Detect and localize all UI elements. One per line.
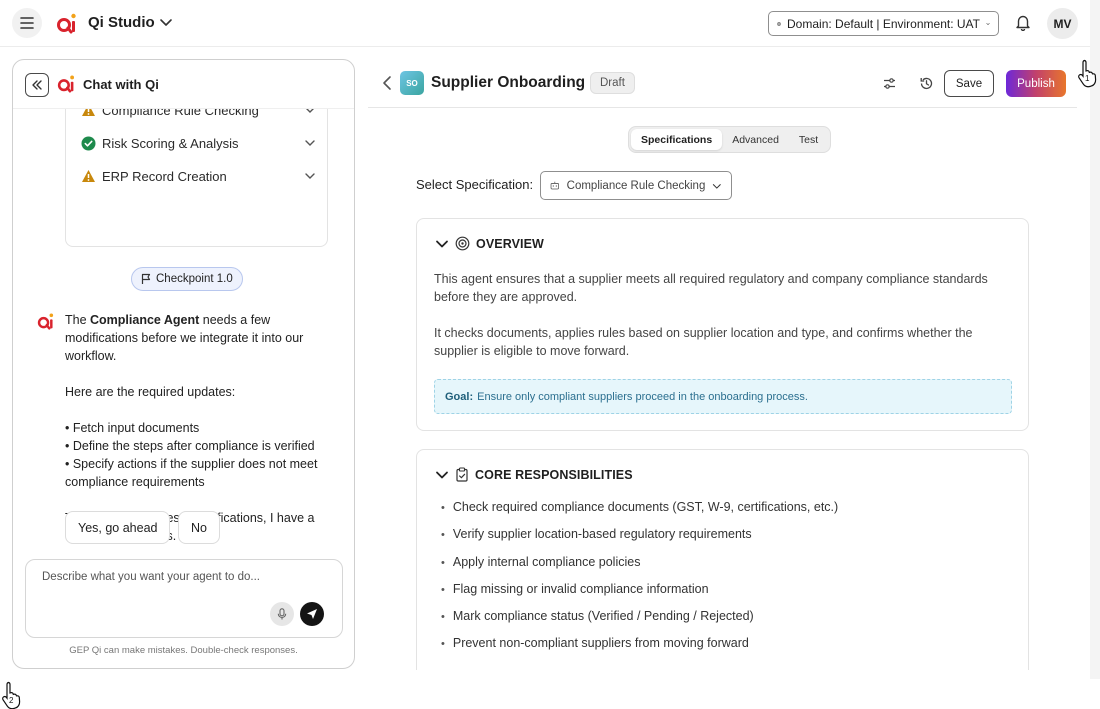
bullet-item: • Define the steps after compliance is v… [65, 439, 315, 453]
checkpoint-badge[interactable]: Checkpoint 1.0 [131, 267, 243, 291]
chevron-down-icon[interactable] [158, 14, 174, 30]
goal-text: Ensure only compliant suppliers proceed … [477, 390, 808, 403]
sliders-icon[interactable] [882, 76, 897, 91]
chevron-down-icon [986, 22, 990, 25]
bell-icon[interactable] [1014, 13, 1032, 31]
step-label: Compliance Rule Checking [102, 108, 259, 118]
environment-select[interactable]: Domain: Default | Environment: UAT [768, 11, 999, 36]
chat-title: Chat with Qi [83, 77, 159, 92]
app-name[interactable]: Qi Studio [88, 14, 155, 31]
chevron-down-icon [305, 173, 315, 179]
chevron-down-icon [306, 109, 314, 113]
page-title: Supplier Onboarding [431, 74, 586, 91]
overview-paragraph: It checks documents, applies rules based… [434, 326, 973, 358]
chevron-left-icon[interactable] [380, 75, 394, 91]
chat-input[interactable] [42, 571, 322, 593]
history-icon[interactable] [919, 76, 934, 91]
environment-label: Domain: Default | Environment: UAT [787, 16, 980, 31]
microphone-icon [277, 608, 287, 620]
overview-header[interactable]: OVERVIEW [435, 236, 544, 251]
checkpoint-label: Checkpoint 1.0 [156, 273, 233, 285]
step-item[interactable]: Risk Scoring & Analysis [80, 132, 316, 154]
main-content[interactable]: OVERVIEW This agent ensures that a suppl… [368, 108, 1090, 670]
collapse-chat-button[interactable] [25, 73, 49, 97]
warning-icon [81, 170, 95, 182]
warning-icon [81, 109, 95, 116]
target-icon [455, 236, 470, 251]
list-item: • Prevent non-compliant suppliers from mo… [441, 636, 749, 651]
chat-header: Chat with Qi [13, 60, 354, 110]
bullet-item: • Specify actions if the supplier does n… [65, 457, 318, 489]
agent-badge: SO [400, 71, 424, 95]
chat-input-box [25, 559, 343, 638]
globe-icon [777, 21, 781, 26]
chat-panel: Chat with Qi Compliance Rule Checking Ri… [12, 59, 355, 669]
app-root: Qi Studio Domain: Default | Environment:… [0, 0, 1100, 709]
step-item[interactable]: Compliance Rule Checking [80, 108, 316, 121]
responsibilities-list: • Check required compliance documents (GS… [441, 500, 838, 664]
qi-avatar-icon [37, 312, 55, 335]
agent-name: Compliance Agent [90, 313, 200, 327]
chevron-down-icon [436, 240, 448, 247]
chat-disclaimer: GEP Qi can make mistakes. Double-check r… [69, 645, 298, 656]
list-item: • Check required compliance documents (GS… [441, 500, 839, 514]
send-icon [307, 609, 317, 619]
cursor-badge: 1 [1085, 74, 1090, 83]
qi-logo [56, 12, 78, 34]
pointer-cursor-icon: 1 [1076, 58, 1100, 93]
user-avatar[interactable]: MV [1047, 8, 1078, 39]
main-header: SO Supplier Onboarding Draft Save Publis… [368, 59, 1077, 108]
responsibilities-heading: CORE RESPONSIBILITIES [475, 467, 633, 482]
pointer-cursor-icon: 2 [0, 680, 24, 709]
clipboard-check-icon [456, 467, 468, 482]
check-circle-icon [81, 136, 95, 150]
goal-callout: Goal: Ensure only compliant suppliers pr… [434, 379, 1012, 414]
page-scrollbar[interactable] [1090, 0, 1100, 679]
chevron-down-icon [305, 140, 315, 146]
bullet-item: • Fetch input documents [65, 421, 200, 435]
double-chevron-left-icon [32, 80, 42, 90]
save-button[interactable]: Save [944, 70, 994, 97]
responsibilities-header[interactable]: CORE RESPONSIBILITIES [435, 467, 633, 482]
flag-icon [141, 273, 151, 284]
message-updates-heading: Here are the required updates: [65, 385, 236, 399]
step-item[interactable]: ERP Record Creation [80, 165, 316, 187]
step-label: Risk Scoring & Analysis [102, 135, 239, 151]
goal-label: Goal: [445, 390, 474, 403]
responsibilities-card: CORE RESPONSIBILITIES • Check required co… [416, 449, 1029, 670]
list-item: • Verify supplier location-based regulato… [441, 527, 752, 542]
status-badge: Draft [590, 72, 635, 94]
top-bar: Qi Studio Domain: Default | Environment:… [0, 0, 1090, 47]
list-item: • Mark compliance status (Verified / Pend… [441, 609, 754, 624]
send-button[interactable] [300, 602, 324, 626]
overview-paragraph: This agent ensures that a supplier meets… [434, 272, 988, 304]
message-bullets: • Fetch input documents • Define the ste… [65, 419, 335, 491]
bottom-strip [0, 679, 1100, 709]
no-button[interactable]: No [178, 511, 220, 544]
overview-card: OVERVIEW This agent ensures that a suppl… [416, 218, 1029, 431]
cursor-badge: 2 [9, 696, 14, 705]
list-item: • Flag missing or invalid compliance info… [441, 581, 709, 596]
hamburger-menu-button[interactable] [12, 8, 42, 38]
chevron-down-icon [436, 471, 448, 478]
hamburger-icon [20, 17, 34, 29]
overview-heading: OVERVIEW [476, 236, 544, 251]
steps-card: Compliance Rule Checking Risk Scoring & … [65, 108, 328, 247]
list-item: • Apply internal compliance policies [441, 554, 641, 569]
yes-go-ahead-button[interactable]: Yes, go ahead [65, 511, 171, 544]
qi-logo [57, 74, 76, 93]
step-label: ERP Record Creation [102, 168, 227, 184]
chat-messages[interactable]: Compliance Rule Checking Risk Scoring & … [13, 108, 354, 555]
message-intro: The Compliance Agent needs a few modific… [65, 313, 304, 363]
publish-button[interactable]: Publish [1006, 70, 1066, 97]
microphone-button[interactable] [270, 602, 294, 626]
